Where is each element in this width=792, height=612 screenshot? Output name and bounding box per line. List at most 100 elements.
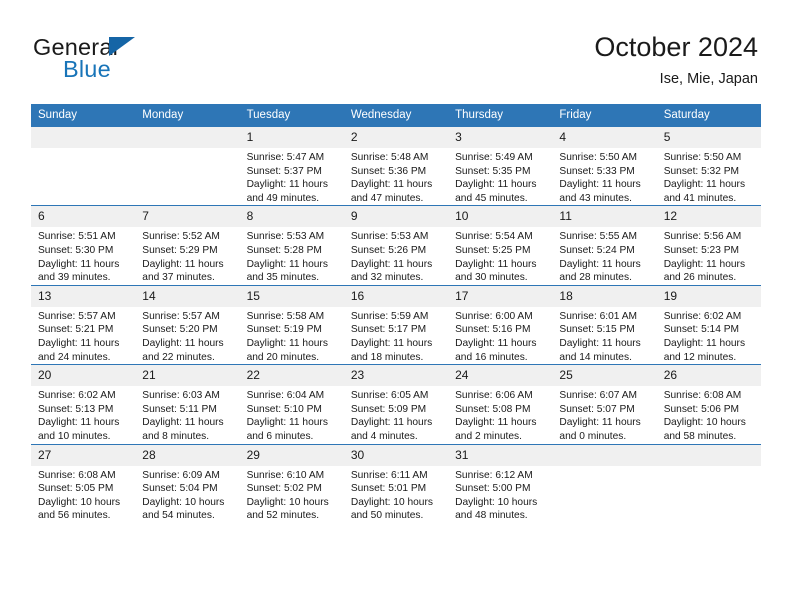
calendar-day-cell[interactable]: 12 Sunrise: 5:56 AM Sunset: 5:23 PM Dayligh…	[656, 205, 761, 286]
calendar-day-cell[interactable]: 31 Sunrise: 6:12 AM Sunset: 5:00 PM Dayligh…	[448, 443, 553, 523]
sunrise-text: Sunrise: 5:59 AM	[350, 310, 429, 322]
calendar-day-cell[interactable]: 10 Sunrise: 5:54 AM Sunset: 5:25 PM Dayligh…	[448, 205, 553, 286]
calendar-day-cell[interactable]: 19 Sunrise: 6:02 AM Sunset: 5:14 PM Dayligh…	[656, 284, 761, 365]
day-details: Sunrise: 5:50 AM Sunset: 5:33 PM Daylight:…	[552, 148, 656, 205]
calendar-day-cell[interactable]: 4 Sunrise: 5:50 AM Sunset: 5:33 PM Daylight…	[552, 127, 657, 206]
calendar-header-row: Sunday Monday Tuesday Wednesday Thursday Frid…	[31, 104, 761, 127]
sunset-text: Sunset: 5:28 PM	[246, 244, 322, 256]
sunset-text: Sunset: 5:32 PM	[663, 165, 740, 177]
calendar-day-cell[interactable]: 28 Sunrise: 6:09 AM Sunset: 5:04 PM Dayligh…	[135, 443, 240, 523]
day-number: 12	[656, 206, 761, 228]
calendar-day-cell[interactable]: 18 Sunrise: 6:01 AM Sunset: 5:15 PM Dayligh…	[552, 284, 657, 365]
day-details: Sunrise: 5:54 AM Sunset: 5:25 PM Daylight:…	[448, 227, 552, 284]
daylight-text: Daylight: 11 hours and 26 minutes.	[663, 258, 746, 284]
weekday-header-thursday: Thursday	[448, 104, 553, 127]
calendar-day-cell[interactable]: 16 Sunrise: 5:59 AM Sunset: 5:17 PM Dayligh…	[343, 284, 449, 365]
day-number: 21	[135, 365, 240, 387]
calendar-day-cell[interactable]: 25 Sunrise: 6:07 AM Sunset: 5:07 PM Dayligh…	[552, 364, 657, 444]
calendar-day-cell[interactable]: 7 Sunrise: 5:52 AM Sunset: 5:29 PM Daylight…	[135, 205, 240, 286]
day-number: 6	[31, 206, 136, 228]
daylight-text: Daylight: 11 hours and 12 minutes.	[663, 337, 746, 363]
calendar-day-cell[interactable]: 27 Sunrise: 6:08 AM Sunset: 5:05 PM Dayligh…	[31, 443, 136, 523]
calendar-day-cell[interactable]: 29 Sunrise: 6:10 AM Sunset: 5:02 PM Dayligh…	[239, 443, 344, 523]
calendar-week-row: 27 Sunrise: 6:08 AM Sunset: 5:05 PM Dayligh…	[31, 443, 761, 523]
sunset-text: Sunset: 5:11 PM	[142, 403, 217, 415]
sunrise-text: Sunrise: 6:02 AM	[663, 310, 742, 322]
day-details: Sunrise: 5:57 AM Sunset: 5:20 PM Daylight:…	[135, 307, 239, 364]
calendar-week-row: 20 Sunrise: 6:02 AM Sunset: 5:13 PM Dayligh…	[31, 364, 761, 444]
sunset-text: Sunset: 5:01 PM	[350, 483, 427, 495]
sunset-text: Sunset: 5:15 PM	[559, 324, 635, 336]
day-number	[31, 127, 136, 148]
day-number: 10	[448, 206, 553, 228]
daylight-text: Daylight: 11 hours and 37 minutes.	[142, 258, 224, 284]
calendar-day-cell[interactable]: 8 Sunrise: 5:53 AM Sunset: 5:28 PM Daylight…	[239, 205, 344, 286]
daylight-text: Daylight: 10 hours and 54 minutes.	[142, 496, 225, 522]
daylight-text: Daylight: 11 hours and 8 minutes.	[142, 417, 224, 442]
daylight-text: Daylight: 11 hours and 45 minutes.	[455, 179, 537, 204]
day-details: Sunrise: 6:08 AM Sunset: 5:06 PM Daylight:…	[657, 386, 761, 443]
calendar-day-cell[interactable]: 9 Sunrise: 5:53 AM Sunset: 5:26 PM Daylight…	[343, 205, 449, 286]
sunrise-text: Sunrise: 6:08 AM	[38, 469, 116, 481]
daylight-text: Daylight: 11 hours and 30 minutes.	[455, 258, 537, 284]
day-number: 23	[343, 365, 449, 387]
weekday-header-tuesday: Tuesday	[239, 104, 344, 127]
sunset-text: Sunset: 5:23 PM	[663, 244, 740, 256]
daylight-text: Daylight: 10 hours and 56 minutes.	[38, 496, 121, 522]
calendar-day-cell[interactable]: 30 Sunrise: 6:11 AM Sunset: 5:01 PM Dayligh…	[343, 443, 449, 523]
calendar-day-cell[interactable]: 2 Sunrise: 5:48 AM Sunset: 5:36 PM Daylight…	[343, 127, 449, 206]
daylight-text: Daylight: 11 hours and 14 minutes.	[559, 337, 641, 363]
sunrise-text: Sunrise: 5:47 AM	[246, 152, 325, 163]
calendar-day-cell[interactable]: 6 Sunrise: 5:51 AM Sunset: 5:30 PM Daylight…	[31, 205, 136, 286]
weekday-header-monday: Monday	[135, 104, 240, 127]
day-details: Sunrise: 6:09 AM Sunset: 5:04 PM Daylight:…	[135, 466, 239, 523]
day-details: Sunrise: 5:48 AM Sunset: 5:36 PM Daylight:…	[344, 148, 448, 205]
calendar-day-cell[interactable]: 20 Sunrise: 6:02 AM Sunset: 5:13 PM Dayligh…	[31, 364, 136, 444]
sunset-text: Sunset: 5:00 PM	[455, 483, 531, 495]
calendar-day-cell[interactable]: 5 Sunrise: 5:50 AM Sunset: 5:32 PM Daylight…	[656, 127, 761, 206]
day-number: 16	[343, 285, 449, 307]
calendar-day-cell[interactable]: 21 Sunrise: 6:03 AM Sunset: 5:11 PM Dayligh…	[135, 364, 240, 444]
daylight-text: Daylight: 10 hours and 50 minutes.	[350, 496, 433, 522]
calendar-day-cell[interactable]: 11 Sunrise: 5:55 AM Sunset: 5:24 PM Dayligh…	[552, 205, 657, 286]
daylight-text: Daylight: 11 hours and 2 minutes.	[455, 417, 537, 442]
day-details: Sunrise: 5:52 AM Sunset: 5:29 PM Daylight:…	[135, 227, 239, 284]
calendar-day-cell[interactable]: 23 Sunrise: 6:05 AM Sunset: 5:09 PM Dayligh…	[343, 364, 449, 444]
sunrise-text: Sunrise: 6:09 AM	[142, 469, 220, 481]
sunrise-text: Sunrise: 5:55 AM	[559, 231, 637, 243]
calendar-day-cell[interactable]: 13 Sunrise: 5:57 AM Sunset: 5:21 PM Dayligh…	[31, 284, 136, 365]
calendar-week-row: 1 Sunrise: 5:47 AM Sunset: 5:37 PM Daylight…	[31, 127, 761, 206]
sunrise-text: Sunrise: 5:58 AM	[246, 310, 325, 322]
calendar-day-cell[interactable]: 22 Sunrise: 6:04 AM Sunset: 5:10 PM Dayligh…	[239, 364, 344, 444]
page-header: General Blue October 2024 Ise, Mie, Japa…	[0, 0, 792, 104]
calendar-day-cell[interactable]: 26 Sunrise: 6:08 AM Sunset: 5:06 PM Dayligh…	[656, 364, 761, 444]
title-block: October 2024 Ise, Mie, Japan	[594, 31, 758, 89]
day-details: Sunrise: 6:06 AM Sunset: 5:08 PM Daylight:…	[448, 386, 552, 443]
sunrise-text: Sunrise: 5:48 AM	[350, 152, 429, 163]
sunset-text: Sunset: 5:17 PM	[350, 324, 427, 336]
calendar-day-cell[interactable]: 3 Sunrise: 5:49 AM Sunset: 5:35 PM Daylight…	[448, 127, 553, 206]
day-details: Sunrise: 5:51 AM Sunset: 5:30 PM Daylight:…	[31, 227, 135, 284]
sunset-text: Sunset: 5:37 PM	[246, 165, 322, 177]
calendar-week-row: 13 Sunrise: 5:57 AM Sunset: 5:21 PM Dayligh…	[31, 284, 761, 365]
sunset-text: Sunset: 5:29 PM	[142, 244, 218, 256]
sunset-text: Sunset: 5:30 PM	[38, 244, 114, 256]
day-number: 8	[239, 206, 344, 228]
day-number	[552, 444, 657, 466]
calendar-day-cell[interactable]: 14 Sunrise: 5:57 AM Sunset: 5:20 PM Dayligh…	[135, 284, 240, 365]
day-details: Sunrise: 5:57 AM Sunset: 5:21 PM Daylight:…	[31, 307, 135, 364]
day-details: Sunrise: 6:10 AM Sunset: 5:02 PM Daylight:…	[240, 466, 344, 523]
calendar-day-cell[interactable]: 24 Sunrise: 6:06 AM Sunset: 5:08 PM Dayligh…	[448, 364, 553, 444]
calendar-day-cell[interactable]: 1 Sunrise: 5:47 AM Sunset: 5:37 PM Daylight…	[239, 127, 344, 206]
sunrise-text: Sunrise: 5:53 AM	[246, 231, 325, 243]
calendar-day-cell[interactable]: 15 Sunrise: 5:58 AM Sunset: 5:19 PM Dayligh…	[239, 284, 344, 365]
day-details: Sunrise: 6:03 AM Sunset: 5:11 PM Daylight:…	[135, 386, 239, 443]
sunset-text: Sunset: 5:35 PM	[455, 165, 531, 177]
day-number: 17	[448, 285, 553, 307]
day-details: Sunrise: 6:11 AM Sunset: 5:01 PM Daylight:…	[344, 466, 448, 523]
sunrise-text: Sunrise: 5:57 AM	[38, 310, 116, 322]
day-number: 4	[552, 127, 657, 148]
daylight-text: Daylight: 11 hours and 4 minutes.	[350, 417, 433, 442]
calendar-day-cell[interactable]: 17 Sunrise: 6:00 AM Sunset: 5:16 PM Dayligh…	[448, 284, 553, 365]
generalblue-logo: General Blue	[33, 34, 273, 90]
